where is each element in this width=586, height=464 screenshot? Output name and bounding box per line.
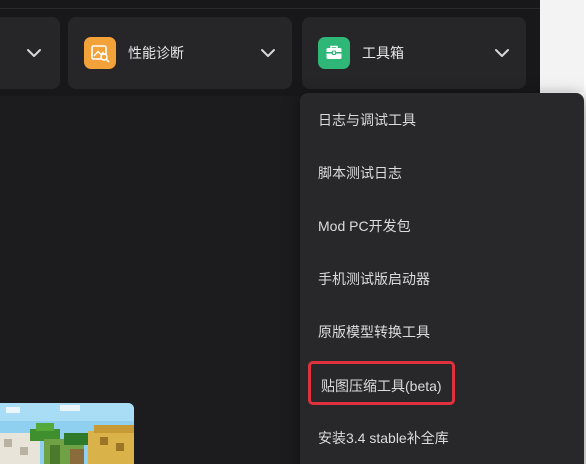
chevron-down-icon — [27, 49, 41, 57]
card-label: 性能诊断 — [128, 45, 184, 61]
card-toolbox[interactable]: 工具箱 — [302, 17, 526, 89]
chevron-down-icon — [495, 49, 509, 57]
menu-item-texture-compressor[interactable]: 贴图压缩工具(beta) — [308, 361, 455, 405]
chevron-down-icon — [261, 49, 275, 57]
card-partial[interactable] — [0, 17, 60, 89]
image-search-icon — [84, 37, 116, 69]
launcher-window: 性能诊断 工具箱 日志与调试工具 脚本测试日志 Mod PC开发包 手机测试版启… — [0, 0, 586, 464]
toolbox-dropdown-menu: 日志与调试工具 脚本测试日志 Mod PC开发包 手机测试版启动器 原版模型转换… — [300, 93, 584, 464]
menu-item-script-test-log[interactable]: 脚本测试日志 — [318, 161, 402, 185]
divider — [0, 8, 540, 9]
right-edge-top — [540, 0, 584, 92]
menu-item-log-debug-tools[interactable]: 日志与调试工具 — [318, 108, 416, 132]
menu-item-mod-pc-devkit[interactable]: Mod PC开发包 — [318, 214, 411, 238]
game-thumbnail-image[interactable] — [0, 403, 134, 464]
toolbox-icon — [318, 37, 350, 69]
menu-item-install-stable-library[interactable]: 安装3.4 stable补全库 — [318, 426, 449, 450]
card-label: 工具箱 — [362, 45, 404, 61]
menu-item-model-converter[interactable]: 原版模型转换工具 — [318, 320, 430, 344]
card-performance-diagnosis[interactable]: 性能诊断 — [68, 17, 292, 89]
menu-item-mobile-test-launcher[interactable]: 手机测试版启动器 — [318, 267, 430, 291]
